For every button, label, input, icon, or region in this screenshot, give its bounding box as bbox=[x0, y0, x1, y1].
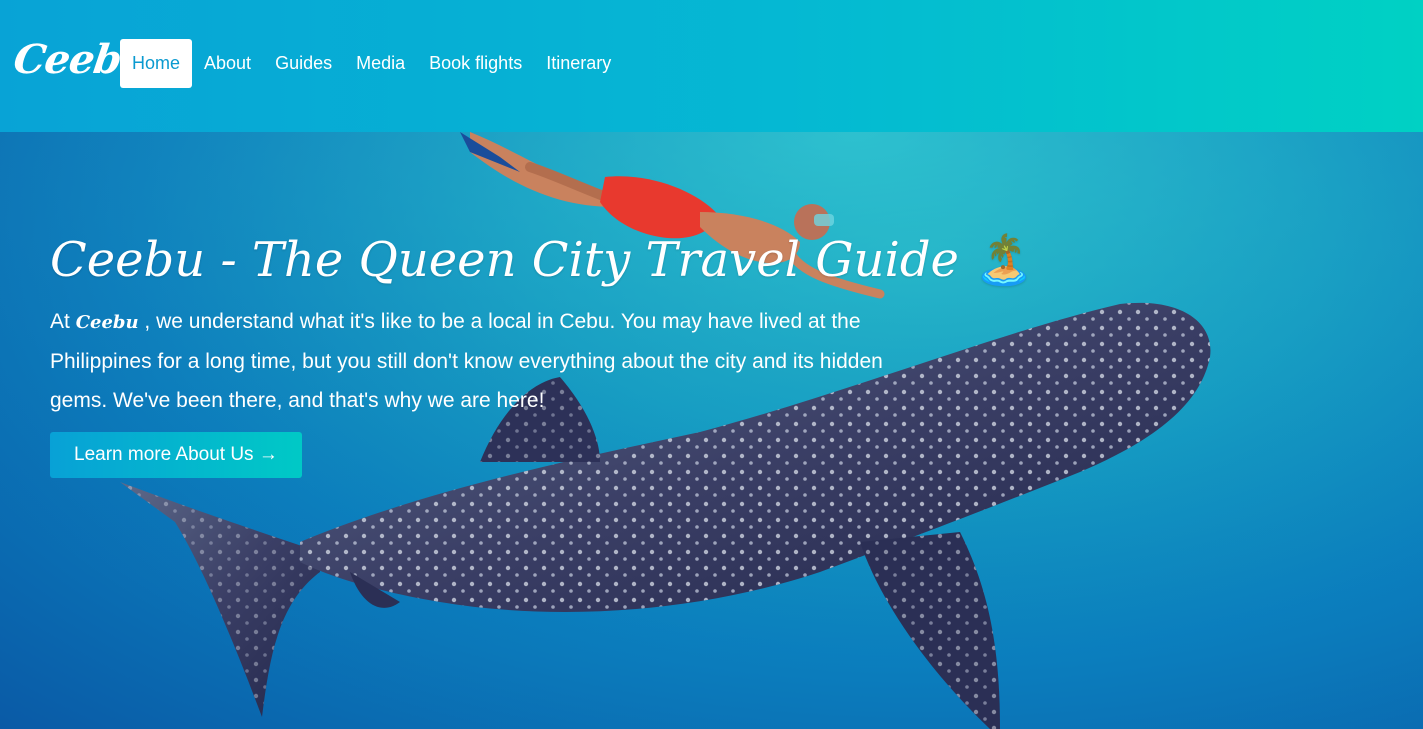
hero-text-body: , we understand what it's like to be a l… bbox=[50, 310, 883, 412]
nav-links: Home About Guides Media Book flights Iti… bbox=[120, 39, 623, 88]
hero-inline-brand: Ceebu bbox=[75, 312, 139, 333]
hero-content: Ceebu - The Queen City Travel Guide 🏝️ A… bbox=[50, 224, 1034, 478]
nav-link-about[interactable]: About bbox=[192, 39, 263, 88]
hero-text-prefix: At bbox=[50, 310, 76, 333]
hero-title: Ceebu - The Queen City Travel Guide 🏝️ bbox=[50, 224, 1034, 296]
learn-more-about-us-button[interactable]: Learn more About Us → bbox=[50, 432, 302, 478]
top-navbar: Ceebu Home About Guides Media Book fligh… bbox=[0, 0, 1423, 132]
hero-section: Ceebu - The Queen City Travel Guide 🏝️ A… bbox=[0, 132, 1423, 729]
island-icon: 🏝️ bbox=[974, 232, 1034, 288]
nav-link-home[interactable]: Home bbox=[120, 39, 193, 88]
hero-description: At Ceebu , we understand what it's like … bbox=[50, 302, 930, 420]
nav-link-itinerary[interactable]: Itinerary bbox=[534, 39, 623, 88]
nav-link-book-flights[interactable]: Book flights bbox=[417, 39, 534, 88]
nav-link-media[interactable]: Media bbox=[344, 39, 417, 88]
hero-title-text: Ceebu - The Queen City Travel Guide bbox=[50, 232, 959, 288]
nav-link-guides[interactable]: Guides bbox=[263, 39, 344, 88]
